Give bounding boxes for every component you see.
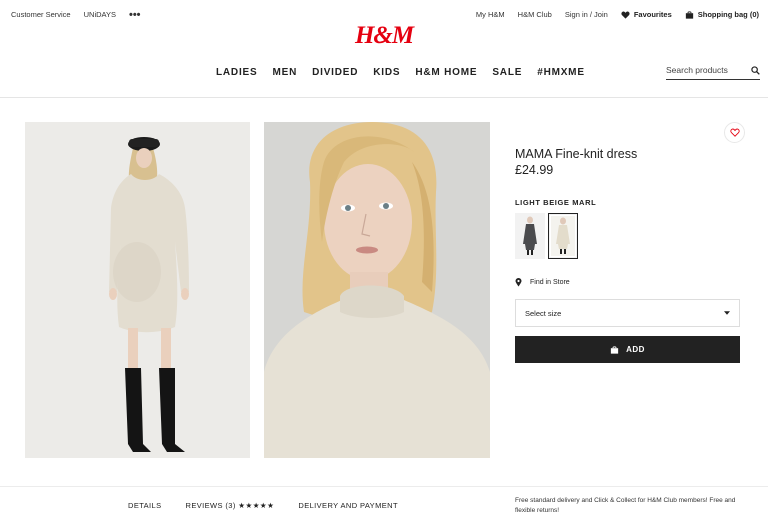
color-swatch-light-beige-selected[interactable] xyxy=(548,213,578,259)
model-full-body-illustration xyxy=(25,122,250,458)
hm-logo[interactable]: H&M xyxy=(355,22,414,49)
beige-dress-thumbnail xyxy=(556,217,570,254)
caret-down-icon xyxy=(724,311,730,315)
logo-container: H&M xyxy=(0,22,768,50)
nav-item-divided[interactable]: DIVIDED xyxy=(312,67,358,78)
product-title: MAMA Fine-knit dress xyxy=(515,147,638,161)
add-to-bag-button[interactable]: ADD xyxy=(515,336,740,363)
selected-swatch-inner xyxy=(550,215,576,257)
header-divider xyxy=(0,97,768,98)
search-icon[interactable] xyxy=(751,65,760,75)
dark-dress-thumbnail xyxy=(523,216,537,255)
favourites-label: Favourites xyxy=(633,10,672,19)
nav-item-hm-home[interactable]: H&M HOME xyxy=(415,67,477,78)
utility-left: Customer Service UNiDAYS ••• xyxy=(11,9,141,20)
utility-right: My H&M H&M Club Sign in / Join Favourite… xyxy=(476,10,759,19)
bottom-tabs: DETAILS REVIEWS (3) ★★★★★ DELIVERY AND P… xyxy=(128,501,398,510)
heart-icon xyxy=(621,11,630,19)
favourites-link[interactable]: Favourites xyxy=(621,10,672,19)
rating-stars-icon: ★★★★★ xyxy=(238,501,275,510)
location-pin-icon xyxy=(515,278,522,287)
customer-service-link[interactable]: Customer Service xyxy=(11,10,71,19)
my-hm-link[interactable]: My H&M xyxy=(476,10,505,19)
search-box xyxy=(666,61,760,80)
bag-icon xyxy=(610,345,619,354)
nav-item-sale[interactable]: SALE xyxy=(492,67,522,78)
reviews-label: REVIEWS (3) xyxy=(185,501,236,510)
hm-club-link[interactable]: H&M Club xyxy=(518,10,552,19)
search-input[interactable] xyxy=(666,65,744,75)
nav-item-ladies[interactable]: LADIES xyxy=(216,67,257,78)
main-nav: LADIES MEN DIVIDED KIDS H&M HOME SALE #H… xyxy=(216,67,585,78)
bag-icon xyxy=(685,10,693,19)
color-swatch-dark-grey[interactable] xyxy=(515,213,545,259)
nav-item-kids[interactable]: KIDS xyxy=(373,67,400,78)
nav-item-hmxme[interactable]: #HMXME xyxy=(537,67,585,78)
size-select-label: Select size xyxy=(525,308,562,318)
product-price: £24.99 xyxy=(515,163,554,177)
tab-details[interactable]: DETAILS xyxy=(128,501,162,510)
bottom-divider xyxy=(0,486,768,487)
find-in-store-label: Find in Store xyxy=(530,279,570,286)
unidays-link[interactable]: UNiDAYS xyxy=(84,10,116,19)
sign-in-link[interactable]: Sign in / Join xyxy=(565,10,608,19)
model-closeup-illustration xyxy=(264,122,490,458)
more-menu-icon[interactable]: ••• xyxy=(129,9,141,20)
add-to-favourites-button[interactable] xyxy=(724,122,745,143)
color-label: LIGHT BEIGE MARL xyxy=(515,198,597,207)
shopping-bag-label: Shopping bag (0) xyxy=(697,10,759,19)
tab-reviews[interactable]: REVIEWS (3) ★★★★★ xyxy=(186,501,275,510)
delivery-note: Free standard delivery and Click & Colle… xyxy=(515,497,736,513)
heart-outline-icon xyxy=(729,128,740,137)
find-in-store-link[interactable]: Find in Store xyxy=(515,278,570,287)
shopping-bag-link[interactable]: Shopping bag (0) xyxy=(685,10,759,19)
nav-item-men[interactable]: MEN xyxy=(272,67,297,78)
product-image-full-body[interactable] xyxy=(25,122,250,458)
product-image-closeup[interactable] xyxy=(264,122,490,458)
size-select-dropdown[interactable]: Select size xyxy=(515,299,740,327)
tab-delivery-and-payment[interactable]: DELIVERY AND PAYMENT xyxy=(298,501,398,510)
add-button-label: ADD xyxy=(626,345,645,354)
